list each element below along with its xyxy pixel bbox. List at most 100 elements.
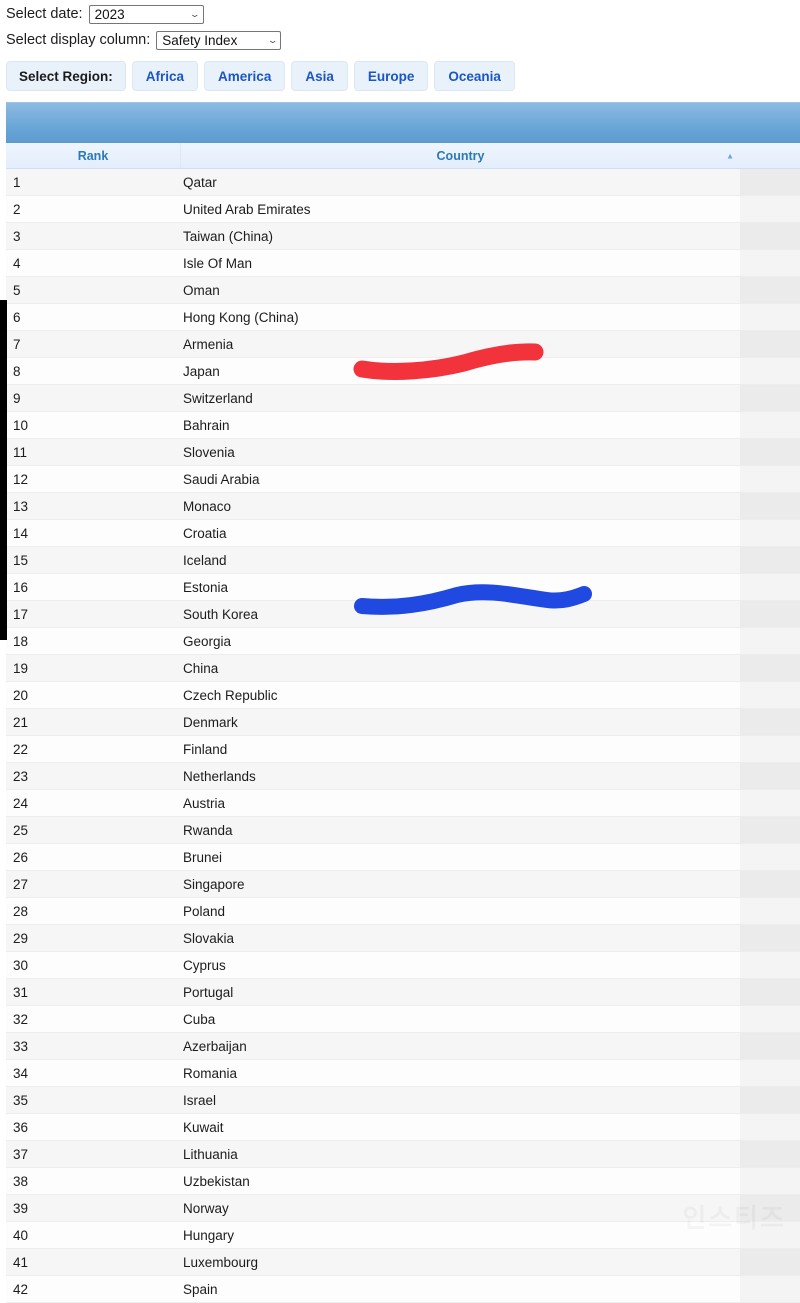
table-row[interactable]: 31 Portugal [6,979,800,1006]
cell-value [740,1114,800,1140]
table-row[interactable]: 9 Switzerland [6,385,800,412]
cell-value [740,1141,800,1167]
cell-value [740,790,800,816]
table-row[interactable]: 23 Netherlands [6,763,800,790]
cell-country: Slovenia [183,444,235,460]
cell-country: Cuba [183,1011,216,1027]
table-row[interactable]: 1 Qatar [6,169,800,196]
table-row[interactable]: 7 Armenia [6,331,800,358]
region-button-africa[interactable]: Africa [131,61,199,91]
cell-value [740,1276,800,1302]
cell-country: Austria [183,795,226,811]
cell-rank: 13 [13,498,29,514]
cell-value [740,1249,800,1275]
cell-rank: 1 [13,174,21,190]
table-row[interactable]: 35 Israel [6,1087,800,1114]
table-row[interactable]: 28 Poland [6,898,800,925]
cell-rank: 16 [13,579,29,595]
table-row[interactable]: 18 Georgia [6,628,800,655]
table-row[interactable]: 26 Brunei [6,844,800,871]
cell-rank: 42 [13,1281,29,1297]
cell-rank: 27 [13,876,29,892]
cell-country: Singapore [183,876,245,892]
table-row[interactable]: 27 Singapore [6,871,800,898]
table-row[interactable]: 13 Monaco [6,493,800,520]
table-row[interactable]: 21 Denmark [6,709,800,736]
cell-value [740,628,800,654]
column-control-row: Select display column: Safety Index ⌄ [6,29,800,51]
region-button-asia[interactable]: Asia [291,61,348,91]
cell-country: Estonia [183,579,229,595]
cell-rank: 22 [13,741,29,757]
cell-rank: 38 [13,1173,29,1189]
table-row[interactable]: 39 Norway [6,1195,800,1222]
cell-value [740,439,800,465]
table-row[interactable]: 37 Lithuania [6,1141,800,1168]
table-row[interactable]: 36 Kuwait [6,1114,800,1141]
table-row[interactable]: 24 Austria [6,790,800,817]
cell-value [740,655,800,681]
cell-country: Kuwait [183,1119,224,1135]
cell-value [740,547,800,573]
table-row[interactable]: 33 Azerbaijan [6,1033,800,1060]
display-column-select[interactable]: Safety Index ⌄ [156,30,282,50]
cell-rank: 28 [13,903,29,919]
cell-value [740,277,800,303]
table-row[interactable]: 15 Iceland [6,547,800,574]
table-row[interactable]: 12 Saudi Arabia [6,466,800,493]
table-row[interactable]: 8 Japan [6,358,800,385]
cell-rank: 12 [13,471,29,487]
cell-rank: 11 [13,444,28,460]
table-row[interactable]: 30 Cyprus [6,952,800,979]
cell-country: Rwanda [183,822,233,838]
cell-country: Armenia [183,336,234,352]
table-row[interactable]: 17 South Korea [6,601,800,628]
cell-rank: 29 [13,930,29,946]
table-row[interactable]: 32 Cuba [6,1006,800,1033]
table-row[interactable]: 25 Rwanda [6,817,800,844]
cell-value [740,358,800,384]
cell-rank: 31 [13,984,29,1000]
table-row[interactable]: 5 Oman [6,277,800,304]
table-row[interactable]: 11 Slovenia [6,439,800,466]
cell-rank: 41 [13,1254,29,1270]
table-row[interactable]: 4 Isle Of Man [6,250,800,277]
table-row[interactable]: 16 Estonia [6,574,800,601]
cell-country: Taiwan (China) [183,228,274,244]
site-watermark: 인스티즈 [682,1198,786,1235]
column-header-country[interactable]: Country ▲ [180,143,740,168]
table-row[interactable]: 2 United Arab Emirates [6,196,800,223]
date-select-value: 2023 [94,6,125,22]
cell-rank: 35 [13,1092,29,1108]
table-row[interactable]: 42 Spain [6,1276,800,1303]
column-header-rank[interactable]: Rank [6,143,180,168]
table-row[interactable]: 10 Bahrain [6,412,800,439]
table-row[interactable]: 20 Czech Republic [6,682,800,709]
cell-rank: 40 [13,1227,29,1243]
table-row[interactable]: 22 Finland [6,736,800,763]
region-button-america[interactable]: America [204,61,286,91]
cell-country: Portugal [183,984,234,1000]
cell-rank: 36 [13,1119,29,1135]
cell-rank: 26 [13,849,29,865]
column-header-value[interactable] [740,143,800,168]
cell-country: Poland [183,903,226,919]
cell-value [740,493,800,519]
scrollbar-thumb[interactable] [0,300,7,640]
cell-rank: 19 [13,660,29,676]
cell-country: Bahrain [183,417,230,433]
table-row[interactable]: 38 Uzbekistan [6,1168,800,1195]
date-select[interactable]: 2023 ⌄ [88,4,204,24]
table-row[interactable]: 34 Romania [6,1060,800,1087]
table-row[interactable]: 3 Taiwan (China) [6,223,800,250]
cell-value [740,601,800,627]
table-row[interactable]: 6 Hong Kong (China) [6,304,800,331]
region-button-oceania[interactable]: Oceania [434,61,515,91]
table-banner [6,102,800,143]
region-button-europe[interactable]: Europe [353,61,429,91]
table-row[interactable]: 29 Slovakia [6,925,800,952]
table-row[interactable]: 14 Croatia [6,520,800,547]
table-row[interactable]: 41 Luxembourg [6,1249,800,1276]
table-row[interactable]: 19 China [6,655,800,682]
table-row[interactable]: 40 Hungary [6,1222,800,1249]
